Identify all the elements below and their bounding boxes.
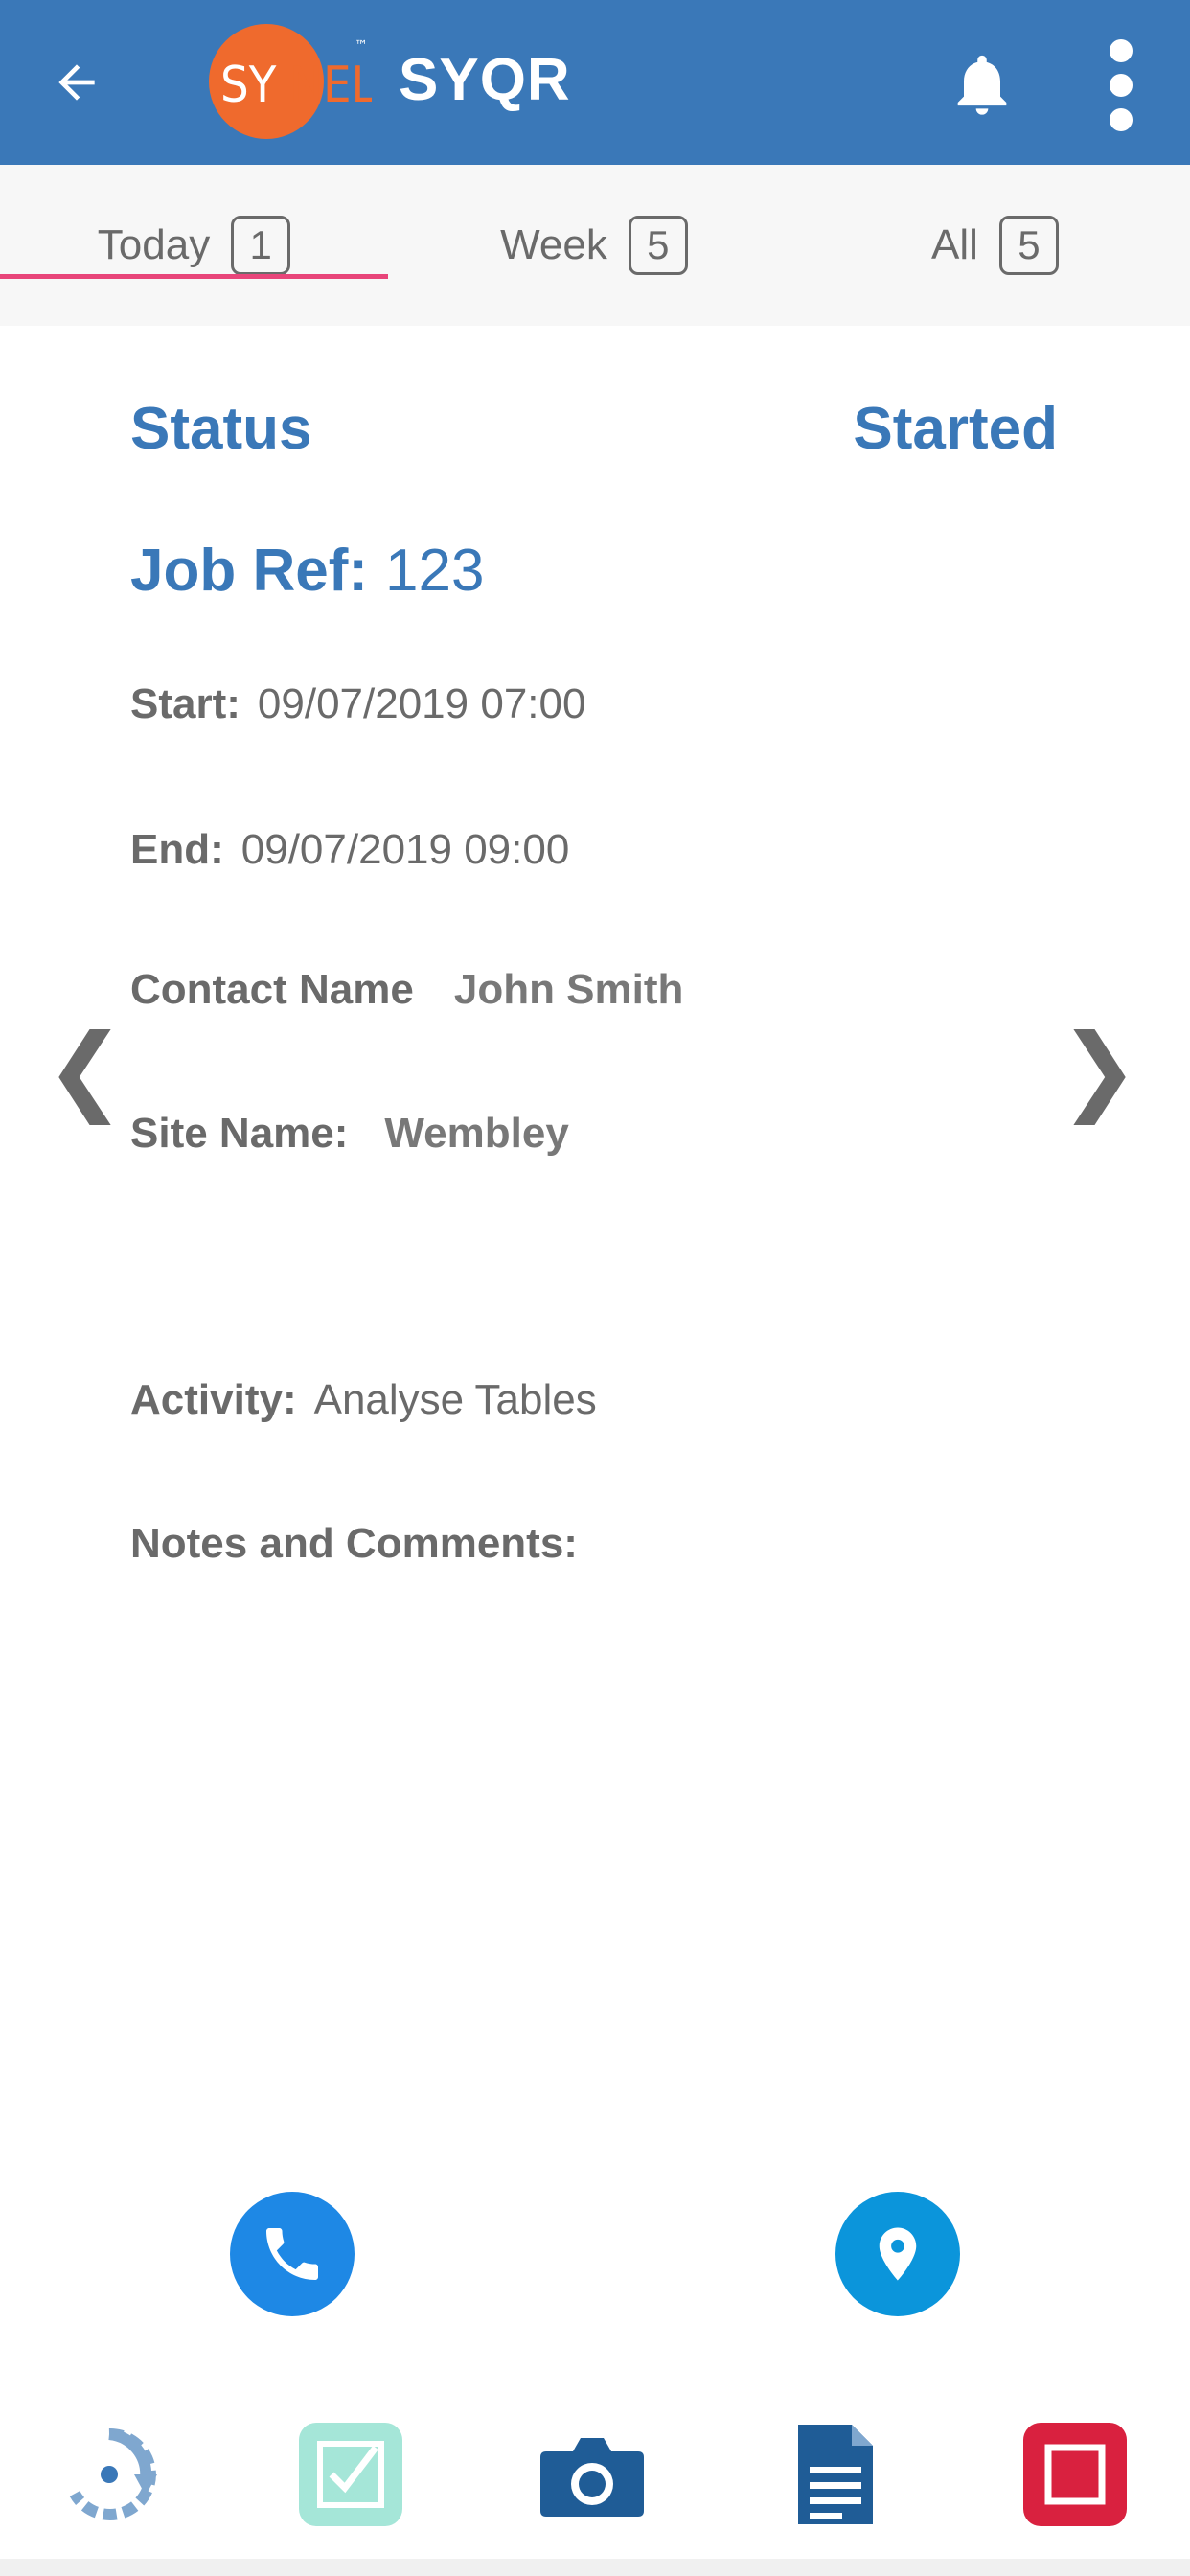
chevron-right-icon: ❯ xyxy=(1059,1015,1139,1123)
app-title: SYQR xyxy=(399,47,571,113)
activity-field: Activity: Analyse Tables xyxy=(130,1376,597,1424)
document-icon xyxy=(798,2425,873,2524)
back-button[interactable] xyxy=(38,44,115,121)
tab-today-count: 1 xyxy=(231,216,291,275)
tab-week[interactable]: Week 5 xyxy=(398,165,790,326)
status-value: Started xyxy=(853,396,1058,462)
refresh-icon xyxy=(69,2427,157,2520)
notes-label: Notes and Comments: xyxy=(130,1520,578,1567)
next-job-button[interactable]: ❯ xyxy=(1059,1016,1139,1123)
stop-icon xyxy=(1023,2423,1127,2526)
chevron-left-icon: ❮ xyxy=(45,1015,126,1123)
job-ref-value: 123 xyxy=(385,538,485,604)
end-label: End: xyxy=(130,826,224,873)
activity-label: Activity: xyxy=(130,1376,297,1423)
start-value: 09/07/2019 07:00 xyxy=(257,680,586,727)
end-field: End: 09/07/2019 09:00 xyxy=(130,826,569,874)
start-field: Start: 09/07/2019 07:00 xyxy=(130,680,585,728)
camera-icon xyxy=(540,2438,644,2517)
start-label: Start: xyxy=(130,680,240,727)
phone-icon xyxy=(266,2228,318,2280)
tab-all[interactable]: All 5 xyxy=(800,165,1190,326)
more-options-button[interactable] xyxy=(1083,33,1159,138)
site-label: Site Name: xyxy=(130,1110,349,1157)
end-value: 09/07/2019 09:00 xyxy=(240,826,570,873)
site-value: Wembley xyxy=(384,1110,569,1157)
logo-tm: ™ xyxy=(355,38,368,54)
tab-week-label: Week xyxy=(500,221,607,268)
stop-button[interactable] xyxy=(1018,2417,1133,2532)
synel-logo: SY NEL ™ xyxy=(209,21,377,142)
contact-field: Contact Name John Smith xyxy=(130,966,683,1014)
tab-today-label: Today xyxy=(97,221,211,268)
app-bar: SY NEL ™ SYQR xyxy=(0,0,1190,165)
tab-today[interactable]: Today 1 xyxy=(0,165,388,326)
bottom-strip xyxy=(0,2559,1190,2576)
camera-button[interactable] xyxy=(535,2417,650,2532)
site-field: Site Name: Wembley xyxy=(130,1110,569,1158)
status-label: Status xyxy=(130,396,312,462)
tab-week-count: 5 xyxy=(628,216,688,275)
arrow-left-icon xyxy=(58,64,95,101)
tab-all-count: 5 xyxy=(998,216,1059,275)
notifications-button[interactable] xyxy=(939,36,1025,132)
map-pin-icon xyxy=(879,2227,917,2281)
logo-text-right: NEL xyxy=(289,57,372,114)
location-button[interactable] xyxy=(835,2192,960,2316)
contact-label: Contact Name xyxy=(130,966,414,1013)
activity-value: Analyse Tables xyxy=(313,1376,597,1423)
call-button[interactable] xyxy=(230,2192,355,2316)
refresh-button[interactable] xyxy=(52,2417,167,2532)
checkbox-icon xyxy=(299,2423,402,2526)
logo-text-left: SY xyxy=(220,57,277,114)
tab-all-label: All xyxy=(931,221,978,268)
bottom-toolbar xyxy=(0,2396,1190,2559)
checklist-button[interactable] xyxy=(293,2417,408,2532)
contact-value: John Smith xyxy=(453,966,684,1013)
tab-bar: Today 1 Week 5 All 5 xyxy=(0,165,1190,326)
job-ref-label: Job Ref: xyxy=(130,538,368,604)
tab-indicator xyxy=(0,274,388,279)
bell-icon xyxy=(957,55,1007,115)
notes-field: Notes and Comments: xyxy=(130,1520,578,1568)
job-details: Status Started Job Ref: 123 Start: 09/07/2… xyxy=(0,326,1190,2415)
more-vert-icon xyxy=(1110,39,1133,131)
job-ref: Job Ref: 123 xyxy=(130,537,484,605)
documents-button[interactable] xyxy=(778,2417,893,2532)
previous-job-button[interactable]: ❮ xyxy=(45,1016,126,1123)
